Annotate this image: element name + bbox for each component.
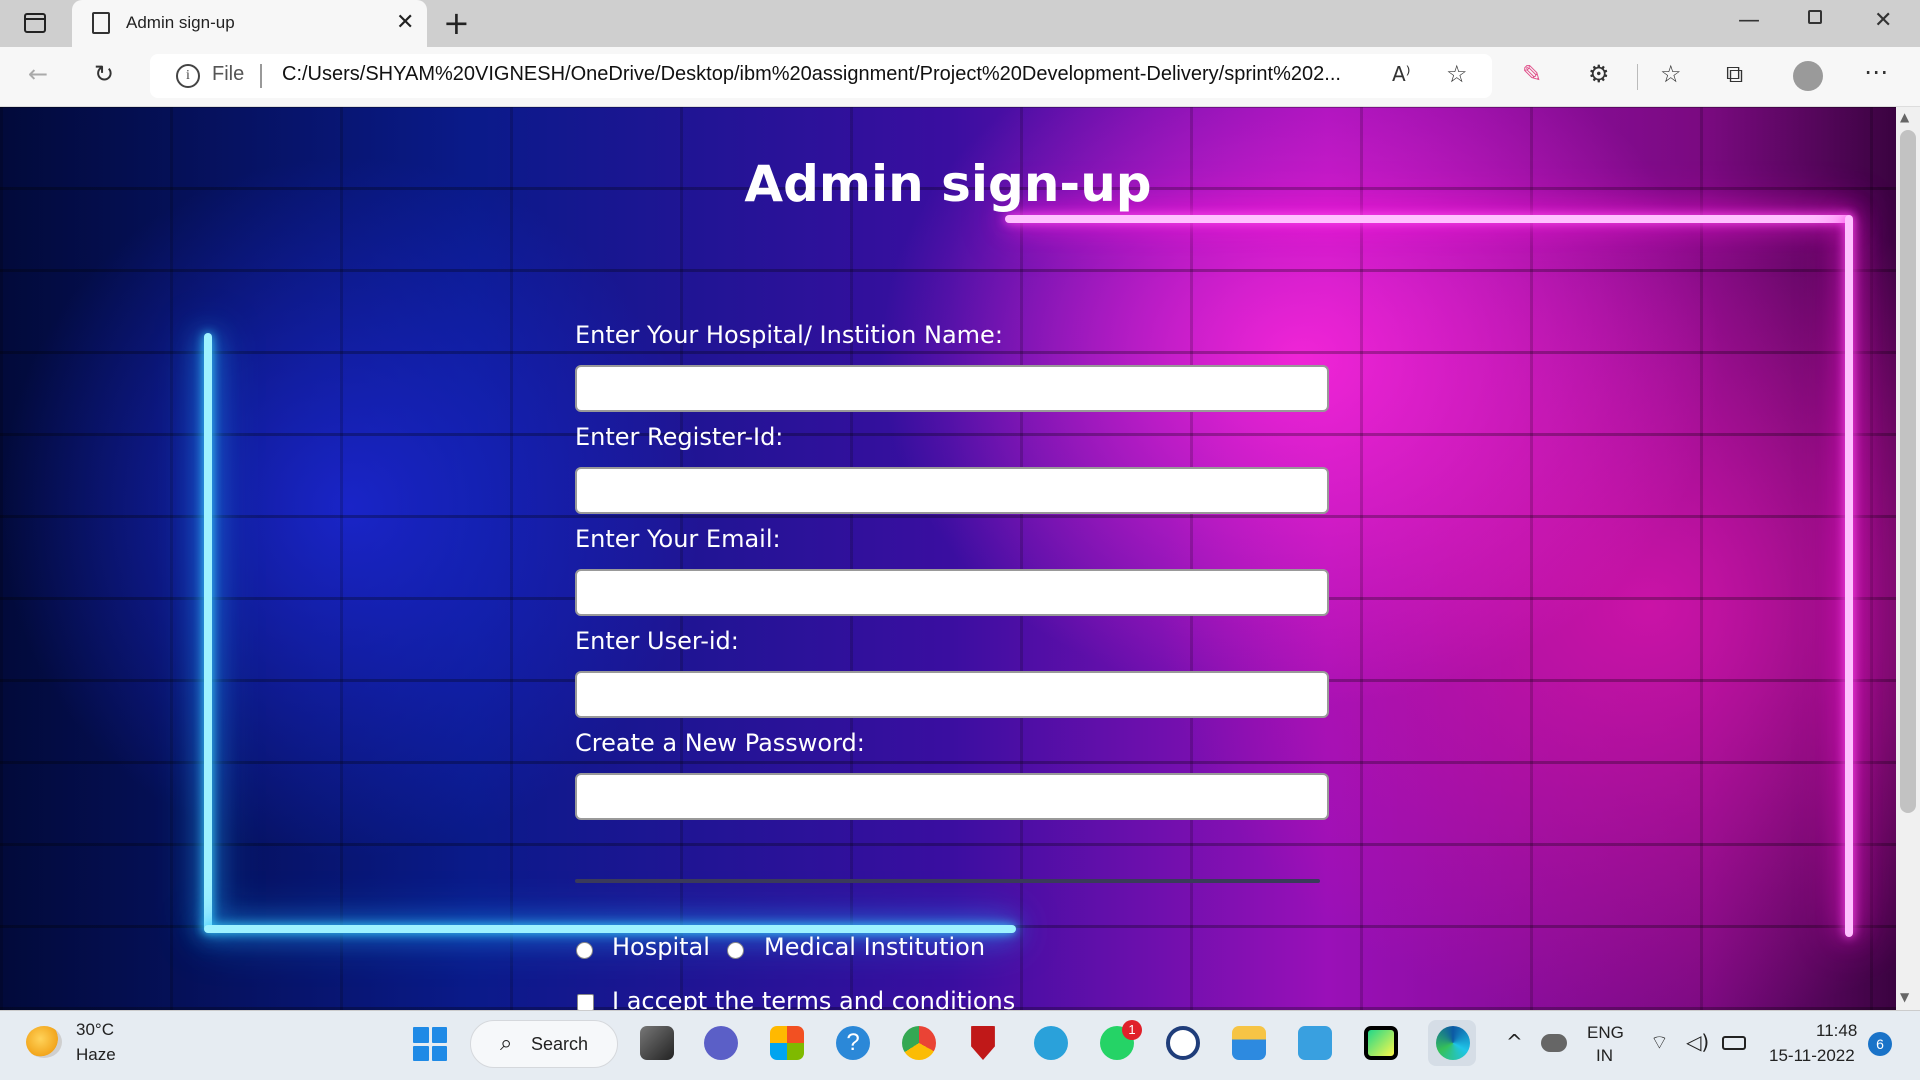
telegram-icon[interactable] <box>1034 1026 1068 1060</box>
battery-icon[interactable] <box>1722 1036 1746 1050</box>
profile-avatar[interactable] <box>1793 61 1823 91</box>
file-label: File <box>212 63 245 85</box>
neon-blue-frame-vertical <box>204 333 212 931</box>
extensions-icon[interactable]: ⚙ <box>1588 60 1610 88</box>
hospital-name-label: Enter Your Hospital/ Instition Name: <box>575 321 1003 349</box>
onedrive-icon[interactable] <box>1541 1034 1567 1052</box>
restore-icon[interactable] <box>1808 10 1822 24</box>
start-button[interactable] <box>413 1027 447 1061</box>
document-icon <box>92 12 110 34</box>
tab-actions-icon[interactable] <box>24 13 46 33</box>
page-title: Admin sign-up <box>744 155 1152 213</box>
wifi-icon[interactable]: ⌔ <box>1650 1030 1669 1055</box>
task-view-icon[interactable] <box>640 1026 674 1060</box>
radio-medical-institution-label: Medical Institution <box>764 933 986 961</box>
radio-medical-institution[interactable] <box>727 942 744 959</box>
toolbar-divider <box>1637 64 1638 90</box>
help-icon[interactable]: ? <box>836 1026 870 1060</box>
terms-checkbox[interactable] <box>577 994 594 1010</box>
volume-icon[interactable]: ◁) <box>1686 1030 1709 1054</box>
tab-title: Admin sign-up <box>126 13 235 32</box>
window-close-icon[interactable]: ✕ <box>1874 8 1892 33</box>
neon-pink-frame-vertical <box>1845 215 1853 937</box>
email-input[interactable] <box>575 569 1329 616</box>
store-icon[interactable] <box>770 1026 804 1060</box>
info-icon[interactable]: i <box>176 64 200 88</box>
brick-wall-background <box>0 107 1896 1010</box>
collections-icon[interactable]: ⧉ <box>1726 60 1743 88</box>
new-tab-icon[interactable]: + <box>443 4 470 42</box>
email-label: Enter Your Email: <box>575 525 781 553</box>
clock-time[interactable]: 11:48 <box>1816 1021 1857 1041</box>
register-id-input[interactable] <box>575 467 1329 514</box>
form-divider <box>575 879 1320 883</box>
scrollbar-thumb[interactable] <box>1900 130 1916 813</box>
terms-label: I accept the terms and conditions <box>612 987 1016 1010</box>
read-aloud-icon[interactable]: A⁾ <box>1392 62 1411 86</box>
more-menu-icon[interactable]: ⋯ <box>1864 58 1888 86</box>
hospital-name-input[interactable] <box>575 365 1329 412</box>
pen-icon[interactable]: ✎ <box>1522 60 1542 88</box>
close-tab-icon[interactable]: ✕ <box>396 10 414 35</box>
notification-badge[interactable]: 6 <box>1868 1032 1892 1056</box>
user-id-label: Enter User-id: <box>575 627 739 655</box>
radio-hospital[interactable] <box>576 942 593 959</box>
user-id-input[interactable] <box>575 671 1329 718</box>
edge-icon[interactable] <box>1436 1026 1470 1060</box>
chat-icon[interactable] <box>704 1026 738 1060</box>
region-indicator[interactable]: IN <box>1596 1046 1613 1066</box>
divider <box>260 64 262 88</box>
favorites-icon[interactable]: ☆ <box>1660 60 1682 88</box>
minimize-icon[interactable]: — <box>1738 8 1760 33</box>
neon-blue-frame-horizontal <box>204 925 1016 933</box>
search-label: Search <box>531 1034 589 1054</box>
taskbar <box>0 1010 1920 1080</box>
back-icon[interactable]: ← <box>28 60 48 88</box>
whatsapp-badge: 1 <box>1122 1020 1142 1040</box>
file-explorer-icon[interactable] <box>1232 1026 1266 1060</box>
temperature[interactable]: 30°C <box>76 1020 114 1040</box>
scroll-down-icon[interactable]: ▼ <box>1900 990 1909 1004</box>
refresh-icon[interactable]: ↻ <box>94 60 114 88</box>
app-icon[interactable] <box>1166 1026 1200 1060</box>
pycharm-icon[interactable] <box>1364 1026 1398 1060</box>
show-hidden-icons[interactable]: ^ <box>1506 1030 1523 1054</box>
register-id-label: Enter Register-Id: <box>575 423 784 451</box>
neon-pink-frame-horizontal <box>1005 215 1851 223</box>
weather-condition[interactable]: Haze <box>76 1045 116 1065</box>
weather-icon[interactable] <box>26 1026 62 1058</box>
language-indicator[interactable]: ENG <box>1587 1023 1624 1043</box>
password-label: Create a New Password: <box>575 729 865 757</box>
radio-hospital-label: Hospital <box>612 933 710 961</box>
search-icon: ⌕ <box>500 1031 513 1056</box>
clock-date[interactable]: 15-11-2022 <box>1769 1046 1855 1066</box>
url-text[interactable]: C:/Users/SHYAM%20VIGNESH/OneDrive/Deskto… <box>282 63 1382 86</box>
chrome-icon[interactable] <box>902 1026 936 1060</box>
add-favorite-icon[interactable]: ☆ <box>1446 60 1468 88</box>
notepad-icon[interactable] <box>1298 1026 1332 1060</box>
page-content: Admin sign-up Enter Your Hospital/ Insti… <box>0 107 1896 1010</box>
password-input[interactable] <box>575 773 1329 820</box>
scroll-up-icon[interactable]: ▲ <box>1900 110 1909 124</box>
